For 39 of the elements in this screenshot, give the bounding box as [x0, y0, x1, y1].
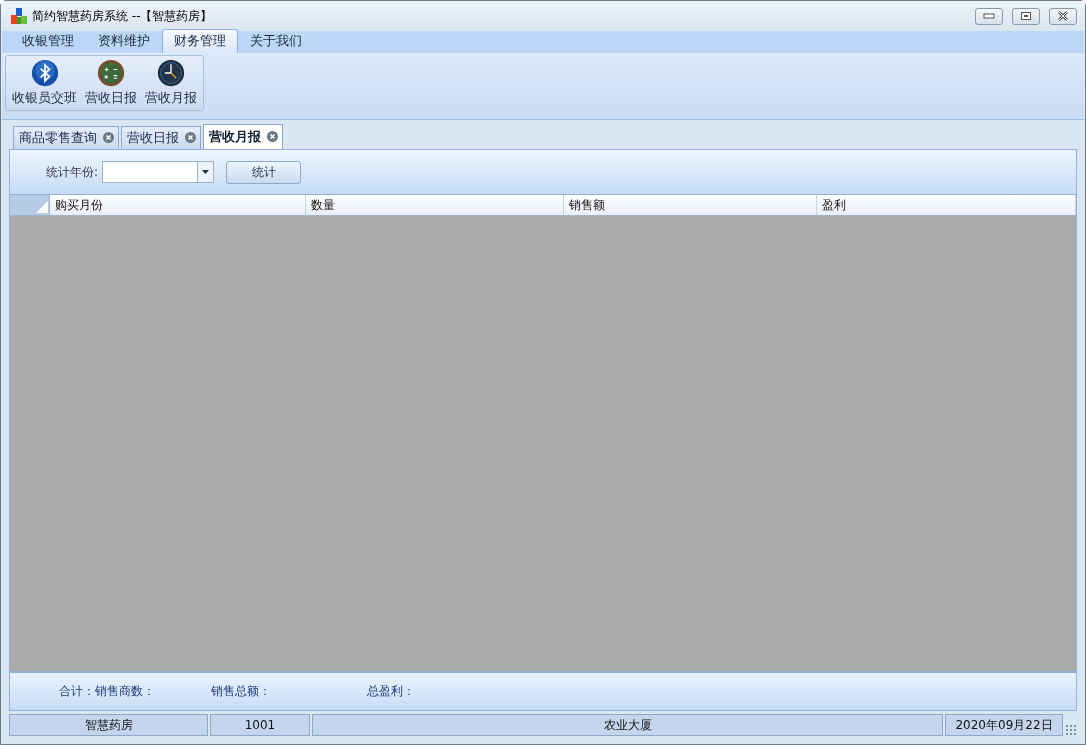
column-header[interactable]: 盈利 — [817, 195, 1076, 215]
menu-tab[interactable]: 关于我们 — [238, 29, 314, 53]
ribbon-button[interactable]: 营收日报 — [81, 58, 141, 108]
minimize-icon — [983, 13, 995, 19]
status-cell: 智慧药房 — [9, 714, 208, 736]
close-button[interactable] — [1049, 7, 1077, 25]
close-icon — [1057, 11, 1069, 21]
window-title: 简约智慧药房系统 --【智慧药房】 — [32, 7, 213, 25]
minimize-button[interactable] — [975, 7, 1003, 25]
statistics-button[interactable]: 统计 — [226, 160, 302, 184]
document-tab[interactable]: 商品零售查询 — [13, 126, 119, 149]
maximize-icon — [1020, 11, 1032, 21]
document-tab[interactable]: 营收日报 — [121, 126, 201, 149]
menu-tab[interactable]: 收银管理 — [10, 29, 86, 53]
status-cell: 农业大厦 — [312, 714, 943, 736]
year-label: 统计年份: — [46, 163, 99, 181]
status-cell: 1001 — [210, 714, 310, 736]
summary-label: 销售总额： — [211, 683, 271, 700]
column-header[interactable]: 数量 — [306, 195, 564, 215]
column-header[interactable]: 销售额 — [564, 195, 817, 215]
column-header[interactable]: 购买月份 — [50, 195, 306, 215]
close-tab-icon[interactable] — [185, 131, 196, 143]
status-cell: 2020年09月22日 — [945, 714, 1063, 736]
clock-icon — [155, 59, 187, 87]
summary-label: 总盈利： — [367, 683, 415, 700]
dropdown-arrow-icon — [202, 170, 210, 174]
close-tab-icon[interactable] — [267, 130, 278, 142]
menu-tab[interactable]: 财务管理 — [162, 29, 238, 53]
app-logo-icon — [11, 8, 27, 24]
close-tab-icon[interactable] — [103, 131, 114, 143]
ribbon-button[interactable]: 营收月报 — [141, 58, 201, 108]
corner-triangle-icon — [36, 201, 48, 213]
maximize-button[interactable] — [1012, 7, 1040, 25]
menu-tab[interactable]: 资料维护 — [86, 29, 162, 53]
calculator-icon — [95, 59, 127, 87]
ribbon-button[interactable]: 收银员交班 — [8, 58, 81, 108]
summary-label: 合计：销售商数： — [59, 683, 155, 700]
document-tab[interactable]: 营收月报 — [203, 124, 283, 149]
resize-grip-icon — [1065, 724, 1077, 736]
